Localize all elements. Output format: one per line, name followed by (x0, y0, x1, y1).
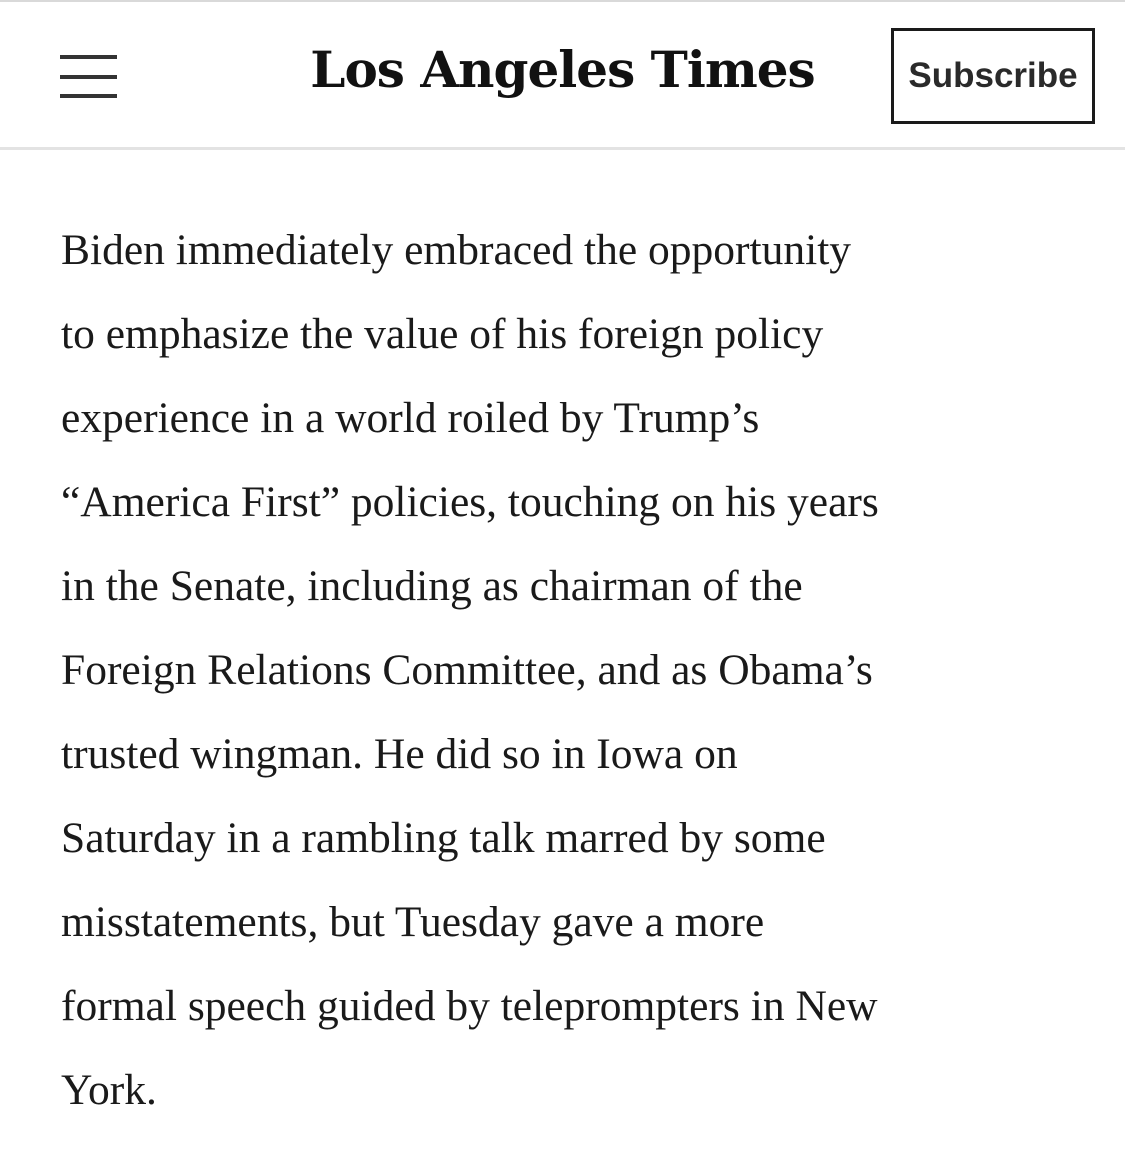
site-header: Los Angeles Times Subscribe (0, 2, 1125, 150)
site-logo[interactable]: Los Angeles Times (300, 30, 825, 110)
article-body: Biden immediately embraced the opportuni… (61, 208, 1071, 1132)
article-paragraph: Biden immediately embraced the opportuni… (61, 226, 879, 1114)
menu-button[interactable] (48, 42, 130, 112)
subscribe-button[interactable]: Subscribe (891, 28, 1095, 124)
